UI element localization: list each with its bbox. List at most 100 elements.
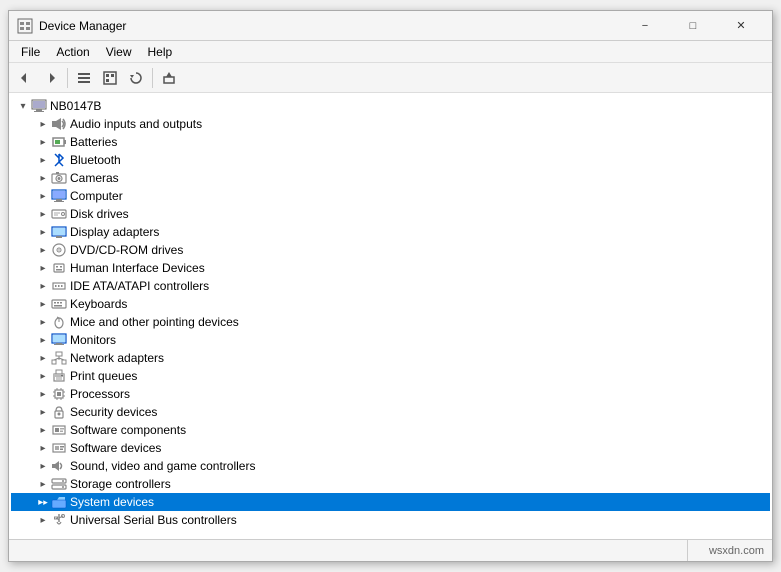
softcomp-icon — [51, 422, 67, 438]
status-bar: wsxdn.com — [9, 539, 772, 561]
tree-item-hid[interactable]: Human Interface Devices — [11, 259, 770, 277]
close-button[interactable]: ✕ — [718, 11, 764, 41]
mice-label: Mice and other pointing devices — [70, 315, 239, 329]
root-expand-icon[interactable] — [15, 98, 31, 114]
status-text — [13, 540, 688, 561]
mice-expand-icon[interactable] — [35, 314, 51, 330]
tree-item-sysdev[interactable]: ▸ System devices — [11, 493, 770, 511]
menu-bar: File Action View Help — [9, 41, 772, 63]
menu-help[interactable]: Help — [140, 42, 181, 62]
cameras-expand-icon[interactable] — [35, 170, 51, 186]
tree-item-ide[interactable]: IDE ATA/ATAPI controllers — [11, 277, 770, 295]
hid-expand-icon[interactable] — [35, 260, 51, 276]
update-driver-icon — [162, 71, 176, 85]
sound-expand-icon[interactable] — [35, 458, 51, 474]
forward-button[interactable] — [39, 66, 63, 90]
keyboards-expand-icon[interactable] — [35, 296, 51, 312]
minimize-button[interactable]: − — [622, 11, 668, 41]
dvd-expand-icon[interactable] — [35, 242, 51, 258]
tree-item-audio[interactable]: Audio inputs and outputs — [11, 115, 770, 133]
tree-item-print[interactable]: Print queues — [11, 367, 770, 385]
toolbar — [9, 63, 772, 93]
batteries-expand-icon[interactable] — [35, 134, 51, 150]
tree-item-display[interactable]: Display adapters — [11, 223, 770, 241]
disk-expand-icon[interactable] — [35, 206, 51, 222]
ide-expand-icon[interactable] — [35, 278, 51, 294]
wsxdn-label: wsxdn.com — [709, 545, 764, 557]
content-area: NB0147B Audio inputs and outputs — [11, 95, 770, 537]
hid-label: Human Interface Devices — [70, 261, 205, 275]
tree-item-bluetooth[interactable]: Bluetooth — [11, 151, 770, 169]
hid-icon — [51, 260, 67, 276]
computer-label: Computer — [70, 189, 123, 203]
tree-item-dvd[interactable]: DVD/CD-ROM drives — [11, 241, 770, 259]
root-computer-icon — [31, 98, 47, 114]
sysdev-icon — [51, 494, 67, 510]
tree-item-sound[interactable]: Sound, video and game controllers — [11, 457, 770, 475]
tree-item-security[interactable]: Security devices — [11, 403, 770, 421]
monitors-expand-icon[interactable] — [35, 332, 51, 348]
window-icon — [17, 18, 33, 34]
disk-label: Disk drives — [70, 207, 129, 221]
monitors-icon — [51, 332, 67, 348]
network-icon — [51, 350, 67, 366]
network-expand-icon[interactable] — [35, 350, 51, 366]
tree-view[interactable]: NB0147B Audio inputs and outputs — [11, 95, 770, 537]
scan-button[interactable] — [124, 66, 148, 90]
ide-icon — [51, 278, 67, 294]
softdev-expand-icon[interactable] — [35, 440, 51, 456]
processors-label: Processors — [70, 387, 130, 401]
bluetooth-expand-icon[interactable] — [35, 152, 51, 168]
keyboards-label: Keyboards — [70, 297, 127, 311]
processors-expand-icon[interactable] — [35, 386, 51, 402]
storage-expand-icon[interactable] — [35, 476, 51, 492]
tree-item-processors[interactable]: Processors — [11, 385, 770, 403]
security-expand-icon[interactable] — [35, 404, 51, 420]
monitors-label: Monitors — [70, 333, 116, 347]
show-hide-button[interactable] — [72, 66, 96, 90]
bluetooth-icon — [51, 152, 67, 168]
tree-item-cameras[interactable]: Cameras — [11, 169, 770, 187]
tree-item-keyboards[interactable]: Keyboards — [11, 295, 770, 313]
menu-file[interactable]: File — [13, 42, 48, 62]
softcomp-expand-icon[interactable] — [35, 422, 51, 438]
tree-item-softdev[interactable]: Software devices — [11, 439, 770, 457]
tree-item-monitors[interactable]: Monitors — [11, 331, 770, 349]
computer-expand-icon[interactable] — [35, 188, 51, 204]
print-expand-icon[interactable] — [35, 368, 51, 384]
audio-icon — [51, 116, 67, 132]
forward-icon — [44, 71, 58, 85]
keyboards-icon — [51, 296, 67, 312]
tree-item-softcomp[interactable]: Software components — [11, 421, 770, 439]
tree-root[interactable]: NB0147B — [11, 97, 770, 115]
sysdev-expand-icon[interactable]: ▸ — [35, 494, 51, 510]
properties-icon — [103, 71, 117, 85]
show-hide-icon — [77, 71, 91, 85]
maximize-button[interactable]: □ — [670, 11, 716, 41]
menu-action[interactable]: Action — [48, 42, 97, 62]
status-right: wsxdn.com — [688, 540, 768, 561]
network-label: Network adapters — [70, 351, 164, 365]
toolbar-separator-1 — [67, 68, 68, 88]
tree-item-batteries[interactable]: Batteries — [11, 133, 770, 151]
audio-expand-icon[interactable] — [35, 116, 51, 132]
tree-item-disk[interactable]: Disk drives — [11, 205, 770, 223]
storage-label: Storage controllers — [70, 477, 171, 491]
device-manager-window: Device Manager − □ ✕ File Action View He… — [8, 10, 773, 562]
tree-item-network[interactable]: Network adapters — [11, 349, 770, 367]
update-driver-button[interactable] — [157, 66, 181, 90]
security-label: Security devices — [70, 405, 157, 419]
cameras-icon — [51, 170, 67, 186]
tree-item-mice[interactable]: Mice and other pointing devices — [11, 313, 770, 331]
properties-button[interactable] — [98, 66, 122, 90]
sysdev-label: System devices — [70, 495, 154, 509]
tree-item-computer[interactable]: Computer — [11, 187, 770, 205]
security-icon — [51, 404, 67, 420]
display-expand-icon[interactable] — [35, 224, 51, 240]
back-button[interactable] — [13, 66, 37, 90]
menu-view[interactable]: View — [98, 42, 140, 62]
tree-item-usb[interactable]: Universal Serial Bus controllers — [11, 511, 770, 529]
tree-item-storage[interactable]: Storage controllers — [11, 475, 770, 493]
usb-expand-icon[interactable] — [35, 512, 51, 528]
audio-label: Audio inputs and outputs — [70, 117, 202, 131]
